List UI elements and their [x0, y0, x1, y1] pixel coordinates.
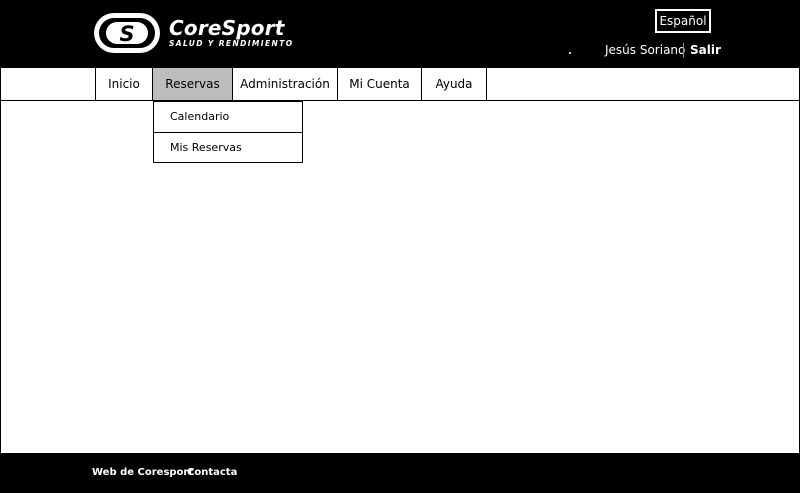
separator-dot	[569, 52, 571, 54]
nav-item-mi-cuenta[interactable]: Mi Cuenta	[338, 68, 422, 100]
nav-item-ayuda[interactable]: Ayuda	[422, 68, 487, 100]
footer-link-contacta[interactable]: Contacta	[187, 467, 237, 478]
main-nav: Inicio Reservas Administración Mi Cuenta…	[0, 67, 800, 101]
user-separator	[683, 43, 684, 58]
reservas-dropdown: Calendario Mis Reservas	[153, 101, 303, 163]
footer-link-web[interactable]: Web de Coresport	[92, 467, 193, 478]
logo-tagline: SALUD Y RENDIMIENTO	[169, 39, 294, 48]
logo-mark-letter: S	[119, 22, 134, 46]
dropdown-item-calendario[interactable]: Calendario	[154, 102, 302, 132]
logo-mark-icon: S	[94, 13, 160, 53]
nav-item-inicio[interactable]: Inicio	[95, 68, 153, 100]
footer: Web de Coresport Contacta	[0, 453, 800, 493]
logo[interactable]: S CoreSport SALUD Y RENDIMIENTO	[93, 12, 298, 54]
logo-name: CoreSport	[169, 16, 285, 40]
header: S CoreSport SALUD Y RENDIMIENTO Español …	[0, 0, 800, 67]
logout-link[interactable]: Salir	[690, 43, 721, 57]
main-content	[0, 100, 800, 453]
nav-item-reservas[interactable]: Reservas	[153, 68, 233, 100]
dropdown-item-mis-reservas[interactable]: Mis Reservas	[154, 132, 302, 162]
user-name: Jesús Soriano	[605, 43, 686, 57]
nav-item-administracion[interactable]: Administración	[233, 68, 338, 100]
language-button[interactable]: Español	[655, 9, 711, 33]
